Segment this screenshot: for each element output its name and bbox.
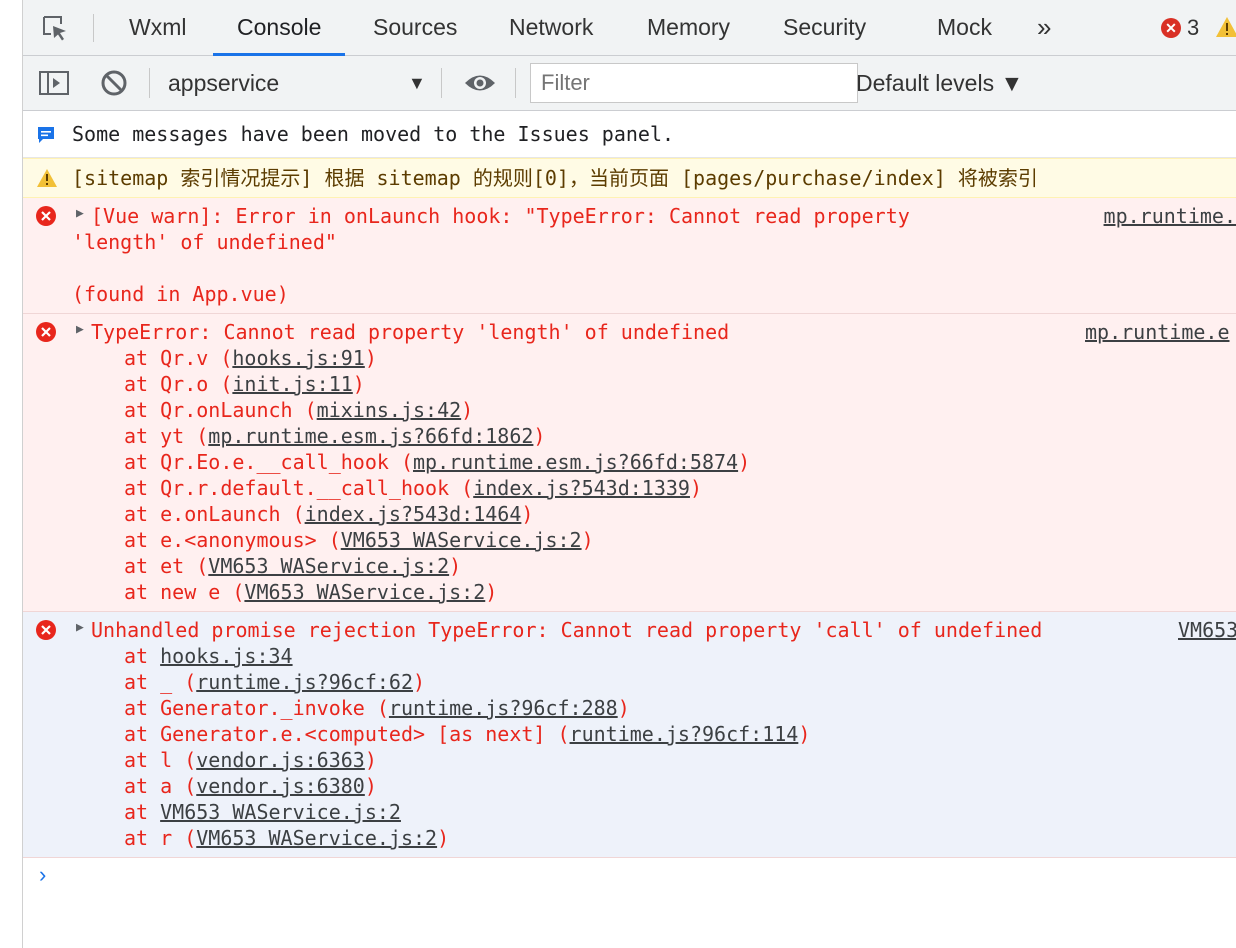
live-expression-eye-icon[interactable] [463, 70, 497, 101]
stack-frame: at hooks.js:34 [124, 644, 293, 668]
sidebar-toggle-icon[interactable] [38, 68, 70, 103]
message-icon [36, 125, 56, 150]
stack-frame: at Qr.r.default.__call_hook (index.js?54… [124, 476, 702, 500]
stack-frame-link[interactable]: hooks.js:91 [232, 346, 364, 370]
stack-frame-link[interactable]: hooks.js:34 [160, 644, 292, 668]
stack-frame-link[interactable]: mp.runtime.esm.js?66fd:1862 [208, 424, 533, 448]
stack-frame: at new e (VM653 WAService.js:2) [124, 580, 498, 604]
stack-frame-link[interactable]: mixins.js:42 [317, 398, 462, 422]
stack-frame: at r (VM653 WAService.js:2) [124, 826, 450, 850]
stack-frame-link[interactable]: runtime.js?96cf:62 [196, 670, 413, 694]
stack-frame-link[interactable]: VM653 WAService.js:2 [196, 826, 437, 850]
tab-memory[interactable]: Memory [647, 0, 730, 55]
console-toolbar: appservice ▼ Default levels ▼ [23, 56, 1236, 111]
info-message: Some messages have been moved to the Iss… [23, 111, 1236, 158]
warning-icon [36, 168, 58, 193]
stack-frame: at Generator.e.<computed> [as next] (run… [124, 722, 811, 746]
stack-frame-link[interactable]: vendor.js:6380 [196, 774, 365, 798]
devtools-panel: Wxml Console Sources Network Memory Secu… [23, 0, 1236, 948]
toolbar-separator [515, 68, 516, 98]
stack-frame: at Generator._invoke (runtime.js?96cf:28… [124, 696, 630, 720]
error-count: 3 [1187, 15, 1200, 40]
tab-network[interactable]: Network [509, 0, 593, 55]
error-icon [36, 206, 56, 231]
log-levels-dropdown[interactable]: Default levels ▼ [856, 56, 1023, 110]
stack-frame-link[interactable]: runtime.js?96cf:288 [389, 696, 618, 720]
stack-frame-link[interactable]: index.js?543d:1339 [473, 476, 690, 500]
inspect-element-icon[interactable] [39, 12, 71, 44]
error-blank-line [72, 255, 1236, 281]
tab-security[interactable]: Security [783, 0, 866, 55]
console-prompt-icon[interactable]: › [39, 862, 46, 888]
source-link[interactable]: VM653 [1178, 618, 1236, 642]
stack-frame-link[interactable]: vendor.js:6363 [196, 748, 365, 772]
error-message[interactable]: ▶ mp.runtime. [Vue warn]: Error in onLau… [23, 198, 1236, 314]
context-selector[interactable]: appservice [168, 56, 279, 110]
expand-triangle-icon[interactable]: ▶ [76, 322, 84, 337]
warning-message: [sitemap 索引情况提示] 根据 sitemap 的规则[0]，当前页面 … [23, 158, 1236, 198]
stack-frame: at et (VM653 WAService.js:2) [124, 554, 462, 578]
error-icon [36, 620, 56, 645]
error-text-line: 'length' of undefined" [72, 230, 337, 254]
expand-triangle-icon[interactable]: ▶ [76, 620, 84, 635]
stack-frame-link[interactable]: init.js:11 [232, 372, 352, 396]
tab-wxml[interactable]: Wxml [129, 0, 186, 55]
error-text-line: (found in App.vue) [72, 282, 289, 306]
stack-frame: at Qr.onLaunch (mixins.js:42) [124, 398, 474, 422]
error-message[interactable]: ▶ mp.runtime.e TypeError: Cannot read pr… [23, 314, 1236, 612]
error-icon: ✕ [1161, 18, 1181, 38]
stack-frame: at Qr.v (hooks.js:91) [124, 346, 377, 370]
stack-frame-link[interactable]: mp.runtime.esm.js?66fd:5874 [413, 450, 738, 474]
expand-triangle-icon[interactable]: ▶ [76, 206, 84, 221]
tab-bar: Wxml Console Sources Network Memory Secu… [23, 0, 1236, 56]
filter-input[interactable] [530, 63, 858, 103]
context-dropdown-arrow-icon[interactable]: ▼ [408, 56, 426, 110]
stack-frame: at a (vendor.js:6380) [124, 774, 377, 798]
info-text: Some messages have been moved to the Iss… [72, 122, 675, 146]
stack-frame: at Qr.o (init.js:11) [124, 372, 365, 396]
source-link[interactable]: mp.runtime. [1104, 204, 1236, 228]
clear-console-icon[interactable] [99, 68, 129, 103]
error-icon [36, 322, 56, 347]
stack-frame: at yt (mp.runtime.esm.js?66fd:1862) [124, 424, 546, 448]
stack-frame: at e.<anonymous> (VM653 WAService.js:2) [124, 528, 594, 552]
stack-trace: at Qr.v (hooks.js:91) at Qr.o (init.js:1… [91, 345, 1236, 605]
stack-frame-link[interactable]: VM653 WAService.js:2 [208, 554, 449, 578]
error-text-line: TypeError: Cannot read property 'length'… [91, 320, 730, 344]
toolbar-separator [441, 68, 442, 98]
source-link[interactable]: mp.runtime.e [1085, 320, 1230, 344]
stack-frame-link[interactable]: VM653 WAService.js:2 [244, 580, 485, 604]
stack-trace: at hooks.js:34 at _ (runtime.js?96cf:62)… [91, 643, 1236, 851]
error-message[interactable]: ▶ VM653 Unhandled promise rejection Type… [23, 612, 1236, 858]
error-counter[interactable]: ✕ 3 [1161, 15, 1200, 40]
stack-frame: at e.onLaunch (index.js?543d:1464) [124, 502, 534, 526]
stack-frame-link[interactable]: VM653 WAService.js:2 [160, 800, 401, 824]
stack-frame: at Qr.Eo.e.__call_hook (mp.runtime.esm.j… [124, 450, 751, 474]
toolbar-separator [149, 68, 150, 98]
error-text-line: Unhandled promise rejection TypeError: C… [91, 618, 1043, 642]
console-messages: Some messages have been moved to the Iss… [23, 111, 1236, 858]
stack-frame-link[interactable]: index.js?543d:1464 [305, 502, 522, 526]
warning-text: [sitemap 索引情况提示] 根据 sitemap 的规则[0]，当前页面 … [72, 166, 1038, 190]
stack-frame: at VM653 WAService.js:2 [124, 800, 401, 824]
warning-icon[interactable] [1215, 16, 1236, 43]
stack-frame-link[interactable]: runtime.js?96cf:114 [570, 722, 799, 746]
tab-separator [93, 14, 94, 42]
tab-sources[interactable]: Sources [373, 0, 457, 55]
stack-frame: at _ (runtime.js?96cf:62) [124, 670, 426, 694]
error-text-line: [Vue warn]: Error in onLaunch hook: "Typ… [91, 204, 910, 228]
tab-console[interactable]: Console [212, 0, 346, 56]
tab-mock[interactable]: Mock [937, 0, 992, 55]
more-tabs-chevron-icon[interactable]: » [1037, 0, 1051, 55]
stack-frame-link[interactable]: VM653 WAService.js:2 [341, 528, 582, 552]
stack-frame: at l (vendor.js:6363) [124, 748, 377, 772]
